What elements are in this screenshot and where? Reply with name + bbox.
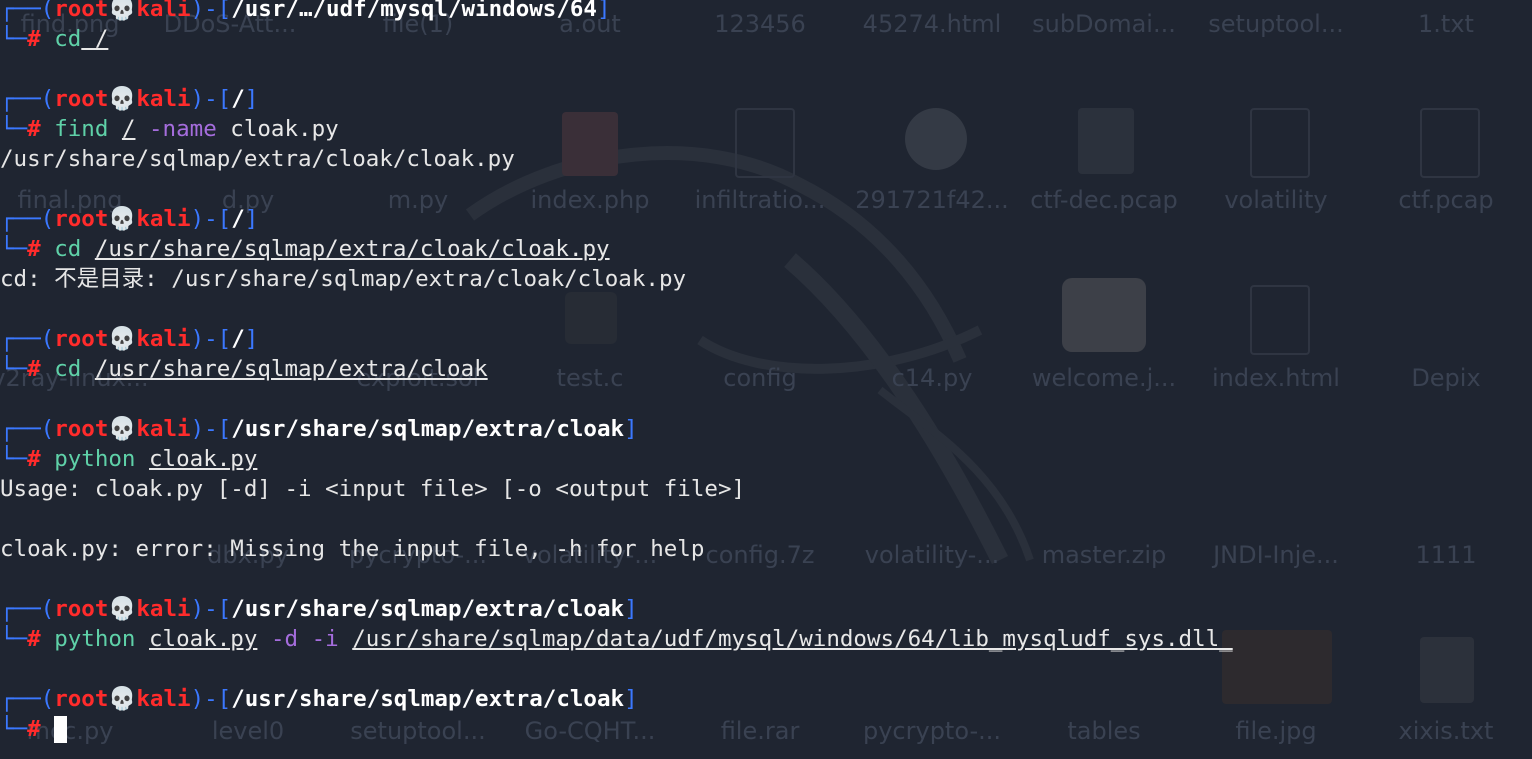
command-line: └─# find / -name cloak.py [0, 116, 339, 142]
prompt-host: kali [136, 0, 191, 22]
prompt-path: /usr/share/sqlmap/extra/cloak [231, 686, 625, 712]
command-option: -d [270, 626, 299, 652]
prompt-frame: ┌──( [0, 0, 55, 22]
command-arg: /usr/share/sqlmap/extra/cloak/cloak.py [94, 236, 610, 262]
prompt-path: / [231, 326, 245, 352]
command-option: -name [149, 116, 217, 142]
prompt-header: ┌──(root💀kali)-[/usr/share/sqlmap/extra/… [0, 686, 638, 712]
prompt-header: ┌──(root💀kali)-[/] [0, 206, 259, 232]
skull-icon: 💀 [108, 0, 137, 22]
prompt-path: /usr/…/udf/mysql/windows/64 [231, 0, 597, 22]
active-input-line[interactable]: └─# [0, 714, 68, 744]
command-line: └─# python cloak.py [0, 446, 258, 472]
prompt-frame: )-[ [190, 0, 232, 22]
skull-icon: 💀 [108, 86, 137, 112]
skull-icon: 💀 [108, 596, 137, 622]
text-cursor[interactable] [54, 716, 68, 743]
skull-icon: 💀 [108, 686, 137, 712]
command-output: cd: 不是目录: /usr/share/sqlmap/extra/cloak/… [0, 266, 687, 292]
skull-icon: 💀 [108, 326, 137, 352]
command-error-output: cloak.py: error: Missing the input file,… [0, 536, 705, 562]
prompt-header: ┌──(root💀kali)-[/usr/share/sqlmap/extra/… [0, 416, 638, 442]
command-line: └─# cd / [0, 26, 109, 52]
command-arg: / [81, 26, 109, 52]
command-name: find [54, 116, 109, 142]
prompt-path: /usr/share/sqlmap/extra/cloak [231, 416, 625, 442]
prompt-header: ┌──(root💀kali)-[/] [0, 86, 259, 112]
command-name: python [54, 626, 136, 652]
skull-icon: 💀 [108, 206, 137, 232]
command-line: └─# cd /usr/share/sqlmap/extra/cloak [0, 356, 488, 382]
command-arg: /usr/share/sqlmap/extra/cloak [94, 356, 488, 382]
command-arg: cloak.py [149, 446, 258, 472]
prompt-path: /usr/share/sqlmap/extra/cloak [231, 596, 625, 622]
prompt-header: ┌──(root💀kali)-[/usr/…/udf/mysql/windows… [0, 0, 611, 24]
command-arg: cloak.py [149, 626, 258, 652]
prompt-symbol: # [27, 26, 41, 52]
command-arg: / [121, 116, 136, 142]
prompt-user: root [54, 0, 109, 22]
command-option: -i [311, 626, 339, 652]
command-line: └─# python cloak.py -d -i /usr/share/sql… [0, 626, 1233, 652]
command-output: /usr/share/sqlmap/extra/cloak/cloak.py [0, 146, 515, 172]
prompt-header: ┌──(root💀kali)-[/usr/share/sqlmap/extra/… [0, 596, 638, 622]
prompt-header: ┌──(root💀kali)-[/] [0, 326, 259, 352]
prompt-path: / [231, 206, 245, 232]
command-arg: /usr/share/sqlmap/data/udf/mysql/windows… [352, 626, 1233, 652]
prompt-path: / [231, 86, 245, 112]
command-arg: cloak.py [230, 116, 339, 142]
command-name: cd [54, 26, 82, 52]
terminal-window[interactable]: ┌──(root💀kali)-[/usr/…/udf/mysql/windows… [0, 0, 1532, 759]
command-name: cd [54, 356, 82, 382]
command-name: cd [54, 236, 82, 262]
command-line: └─# cd /usr/share/sqlmap/extra/cloak/clo… [0, 236, 610, 262]
command-output: Usage: cloak.py [-d] -i <input file> [-o… [0, 476, 746, 502]
skull-icon: 💀 [108, 416, 137, 442]
command-name: python [54, 446, 136, 472]
